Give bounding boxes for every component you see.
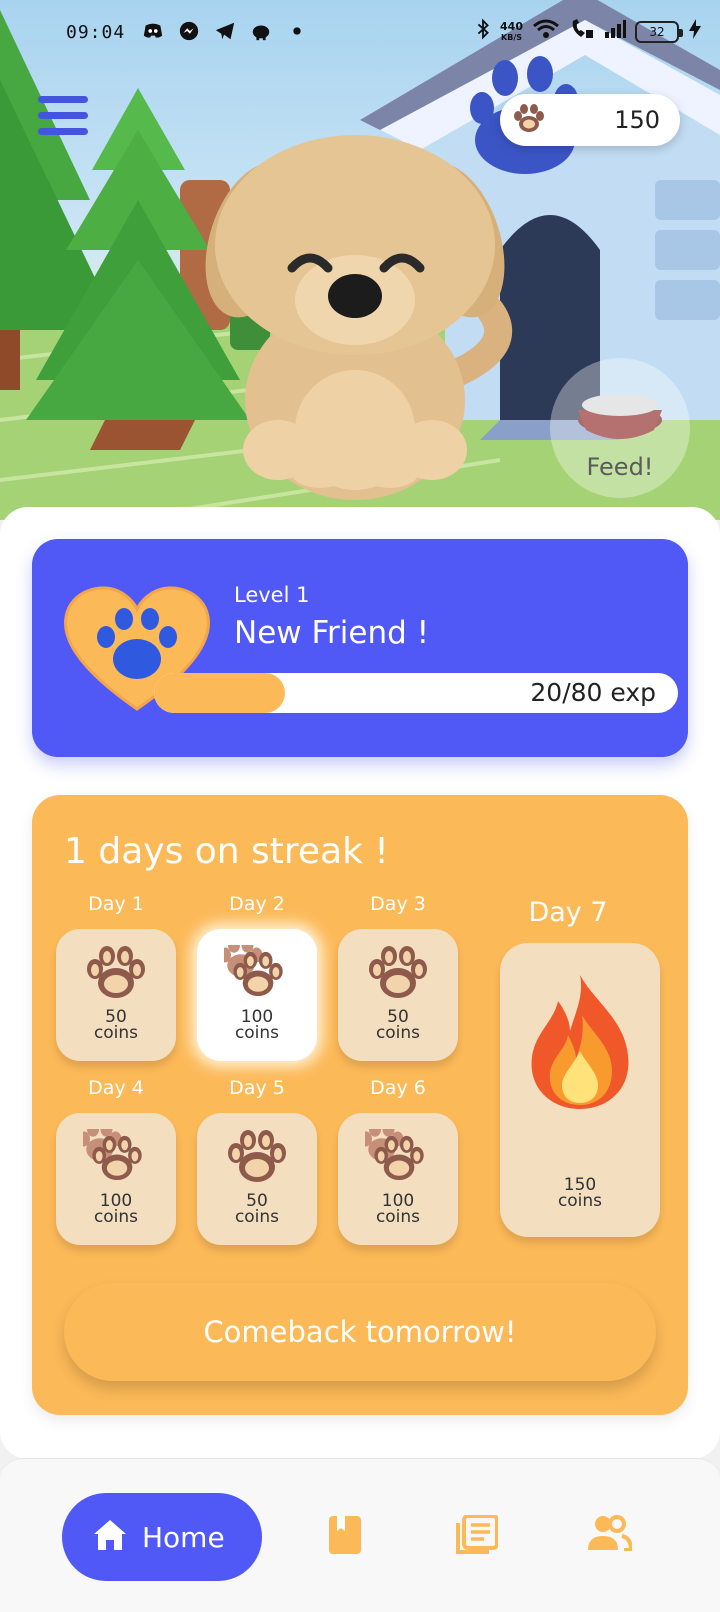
battery-level: 32	[649, 24, 665, 39]
exp-progress-bar: 20/80 exp	[154, 673, 678, 713]
double-paw-coin-icon	[224, 945, 290, 1001]
day-label: Day 2	[229, 893, 285, 915]
nav-home-label: Home	[142, 1520, 225, 1554]
wifi-call-icon	[569, 18, 595, 45]
bluetooth-icon	[475, 18, 491, 45]
comeback-tomorrow-button[interactable]: Comeback tomorrow!	[64, 1283, 656, 1381]
pet-scene: 09:04 440 KB/S 32 150 Feed!	[0, 0, 720, 520]
news-icon[interactable]	[456, 1514, 499, 1559]
day7-label: Day 7	[528, 897, 608, 928]
exp-progress-fill	[154, 673, 285, 713]
menu-icon-line	[38, 96, 88, 103]
charging-icon	[688, 18, 702, 45]
feed-label: Feed!	[586, 453, 654, 481]
coin-balance-value: 150	[614, 106, 660, 134]
menu-icon-line	[38, 112, 88, 119]
day-label: Day 6	[370, 1077, 426, 1099]
level-card: Level 1 New Friend ! 20/80 exp	[32, 539, 688, 757]
day7-reward-tile[interactable]: 150 coins	[500, 943, 660, 1237]
piggy-bank-icon	[250, 20, 274, 44]
notification-icons	[142, 20, 310, 44]
paw-coin-icon	[228, 1130, 286, 1182]
app-screen: 09:04 440 KB/S 32 150 Feed! Level 1 New …	[0, 0, 720, 1612]
paw-coin-icon	[87, 946, 145, 998]
network-speed-unit: KB/S	[501, 32, 522, 42]
bottom-navigation: Home	[0, 1458, 720, 1612]
day-reward-tile[interactable]: 100 coins	[338, 1113, 458, 1245]
day-label: Day 1	[88, 893, 144, 915]
reward-amount: 150 coins	[557, 1175, 603, 1211]
content-sheet: Level 1 New Friend ! 20/80 exp 1 days on…	[0, 507, 720, 1459]
battery-indicator: 32	[635, 20, 683, 43]
reward-amount: 50 coins	[375, 1007, 421, 1043]
day-label: Day 3	[370, 893, 426, 915]
network-speed: 440 KB/S	[500, 21, 523, 43]
nav-home-tab[interactable]: Home	[62, 1493, 262, 1581]
discord-icon	[142, 20, 166, 44]
reward-amount: 50 coins	[234, 1191, 280, 1227]
feed-button[interactable]: Feed!	[550, 358, 690, 498]
day-reward-tile[interactable]: 100 coins	[56, 1113, 176, 1245]
coin-balance: 150	[500, 94, 680, 146]
level-title: New Friend !	[234, 615, 430, 651]
streak-title: 1 days on streak !	[64, 831, 389, 872]
wifi-icon	[532, 18, 560, 45]
reward-amount: 100 coins	[93, 1191, 139, 1227]
day-label: Day 4	[88, 1077, 144, 1099]
exp-progress-text: 20/80 exp	[530, 678, 656, 707]
more-dot-icon	[286, 20, 310, 44]
reward-amount: 50 coins	[93, 1007, 139, 1043]
fire-icon	[531, 975, 629, 1109]
home-icon	[92, 1517, 128, 1557]
level-label: Level 1	[234, 583, 310, 607]
paw-coin-icon	[369, 946, 427, 998]
book-icon[interactable]	[328, 1515, 362, 1559]
paw-coin-icon	[512, 103, 546, 137]
double-paw-coin-icon	[83, 1129, 149, 1185]
people-icon[interactable]	[586, 1515, 634, 1555]
menu-icon-line	[38, 128, 88, 135]
menu-button[interactable]	[38, 96, 88, 140]
day-reward-tile[interactable]: 50 coins	[338, 929, 458, 1061]
messenger-icon	[178, 20, 202, 44]
day-reward-tile[interactable]: 50 coins	[197, 1113, 317, 1245]
day-reward-tile-current[interactable]: 100 coins	[197, 929, 317, 1061]
day-reward-tile[interactable]: 50 coins	[56, 929, 176, 1061]
signal-icon	[604, 19, 626, 44]
reward-amount: 100 coins	[234, 1007, 280, 1043]
double-paw-coin-icon	[365, 1129, 431, 1185]
streak-card: 1 days on streak ! Day 1 Day 2 Day 3 50 c…	[32, 795, 688, 1415]
network-speed-value: 440	[500, 19, 523, 33]
system-indicators: 440 KB/S 32	[475, 18, 702, 45]
status-bar: 09:04 440 KB/S 32	[0, 0, 720, 66]
reward-amount: 100 coins	[375, 1191, 421, 1227]
day-label: Day 5	[229, 1077, 285, 1099]
clock: 09:04	[66, 22, 126, 43]
telegram-icon	[214, 20, 238, 44]
